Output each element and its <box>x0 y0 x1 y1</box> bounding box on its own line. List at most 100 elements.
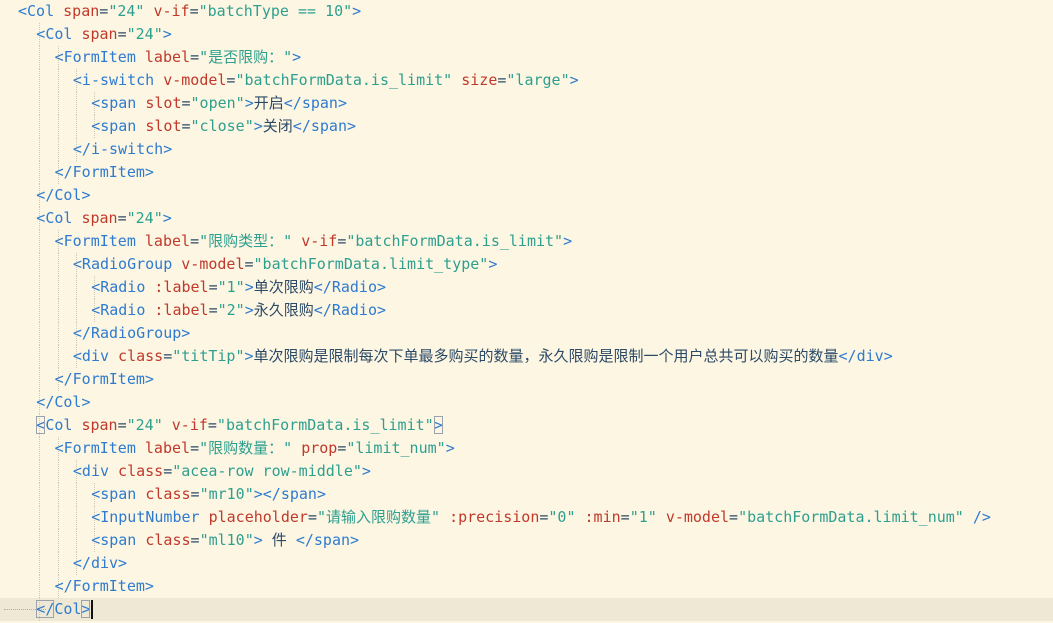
token-punct: > <box>144 370 154 388</box>
token-attr: placeholder <box>208 508 308 526</box>
code-line[interactable]: <Col span="24" v-if="batchType == 10"> <box>0 0 1053 23</box>
token-tag: RadioGroup <box>90 324 182 342</box>
indent-guide <box>57 69 59 92</box>
code-line[interactable]: <FormItem label="限购数量：" prop="limit_num"… <box>0 437 1053 460</box>
code-line[interactable]: </Col> <box>0 598 1053 621</box>
code-line[interactable]: <InputNumber placeholder="请输入限购数量" :prec… <box>0 506 1053 529</box>
token-punct: </ <box>36 186 55 204</box>
code-text: <Col span="24" v-if="batchFormData.is_li… <box>36 414 443 437</box>
code-line[interactable]: </Col> <box>0 184 1053 207</box>
token-attr: v-model <box>665 508 730 526</box>
code-line[interactable]: </i-switch> <box>0 138 1053 161</box>
token-tag: Col <box>45 25 73 43</box>
token-text: = <box>190 48 200 66</box>
code-line[interactable]: <span slot="open">开启</span> <box>0 92 1053 115</box>
token-string: "batchType == 10" <box>198 2 353 20</box>
token-punct: > <box>144 163 154 181</box>
code-line[interactable]: <Col span="24" v-if="batchFormData.is_li… <box>0 414 1053 437</box>
code-line[interactable]: <Col span="24"> <box>0 207 1053 230</box>
code-line[interactable]: </FormItem> <box>0 575 1053 598</box>
token-text: = <box>117 209 127 227</box>
token-string: "24" <box>126 25 163 43</box>
code-line[interactable]: <div class="acea-row row-middle"> <box>0 460 1053 483</box>
code-line[interactable]: <i-switch v-model="batchFormData.is_limi… <box>0 69 1053 92</box>
token-text: 件 <box>262 531 296 549</box>
code-line[interactable]: </FormItem> <box>0 368 1053 391</box>
token-punct: < <box>36 416 46 434</box>
token-punct: </ <box>36 393 55 411</box>
code-line[interactable]: <Radio :label="2">永久限购</Radio> <box>0 299 1053 322</box>
indent-guide <box>39 69 41 92</box>
token-tag: FormItem <box>72 370 145 388</box>
token-punct: > <box>162 25 172 43</box>
indent-guide <box>57 506 59 529</box>
token-string: "batchFormData.limit_type" <box>253 255 489 273</box>
token-string: "limit_num" <box>346 439 446 457</box>
token-text: = <box>190 485 200 503</box>
token-punct: < <box>72 462 82 480</box>
token-string: "batchFormData.is_limit" <box>235 71 453 89</box>
token-punct: > <box>81 186 91 204</box>
token-punct: > <box>81 393 91 411</box>
token-punct: > <box>163 140 173 158</box>
code-line[interactable]: <span slot="close">关闭</span> <box>0 115 1053 138</box>
token-text: = <box>190 439 200 457</box>
indent-guide <box>75 92 77 115</box>
token-punct: < <box>91 94 101 112</box>
code-line[interactable]: </div> <box>0 552 1053 575</box>
token-text: = <box>181 117 191 135</box>
token-string: "batchFormData.is_limit" <box>346 232 564 250</box>
token-attr: prop <box>301 439 338 457</box>
indent-guide <box>57 138 59 161</box>
token-string: "请输入限购数量" <box>316 508 441 526</box>
indent-guide <box>39 253 41 276</box>
code-line[interactable]: <FormItem label="限购类型：" v-if="batchFormD… <box>0 230 1053 253</box>
indent-guide <box>39 506 41 529</box>
code-line[interactable]: <RadioGroup v-model="batchFormData.limit… <box>0 253 1053 276</box>
code-area[interactable]: <Col span="24" v-if="batchType == 10"> <C… <box>0 0 1053 621</box>
indent-guide <box>57 552 59 575</box>
code-line[interactable]: <div class="titTip">单次限购是限制每次下单最多购买的数量，永… <box>0 345 1053 368</box>
token-punct: < <box>36 25 46 43</box>
code-text: </i-switch> <box>73 138 172 161</box>
token-tag: Col <box>54 393 82 411</box>
indent-guide <box>39 299 41 322</box>
token-tag: Radio <box>331 301 377 319</box>
token-punct: > <box>488 255 498 273</box>
token-text: = <box>181 94 191 112</box>
code-line[interactable]: </FormItem> <box>0 161 1053 184</box>
token-tag: i-switch <box>90 140 164 158</box>
code-text: <FormItem label="限购数量：" prop="limit_num"… <box>55 437 455 460</box>
code-text: </Col> <box>36 391 90 414</box>
token-tag: span <box>280 485 317 503</box>
indent-guide <box>57 529 59 552</box>
token-string: "限购数量：" <box>199 439 293 457</box>
code-line[interactable]: <Col span="24"> <box>0 23 1053 46</box>
token-punct: < <box>91 508 101 526</box>
token-tag: FormItem <box>72 163 145 181</box>
code-line[interactable]: <FormItem label="是否限购："> <box>0 46 1053 69</box>
code-line[interactable]: </RadioGroup> <box>0 322 1053 345</box>
token-text: 永久限购 <box>253 301 314 319</box>
code-line[interactable]: </Col> <box>0 391 1053 414</box>
code-line[interactable]: <span class="ml10"> 件 </span> <box>0 529 1053 552</box>
token-punct: > <box>292 48 302 66</box>
code-line[interactable]: <Radio :label="1">单次限购</Radio> <box>0 276 1053 299</box>
code-editor[interactable]: <Col span="24" v-if="batchType == 10"> <C… <box>0 0 1053 623</box>
token-text: = <box>163 347 173 365</box>
code-text: <span class="mr10"></span> <box>91 483 326 506</box>
code-text: <i-switch v-model="batchFormData.is_limi… <box>73 69 579 92</box>
code-line[interactable]: <span class="mr10"></span> <box>0 483 1053 506</box>
token-punct: > <box>144 577 154 595</box>
token-text: = <box>208 278 218 296</box>
